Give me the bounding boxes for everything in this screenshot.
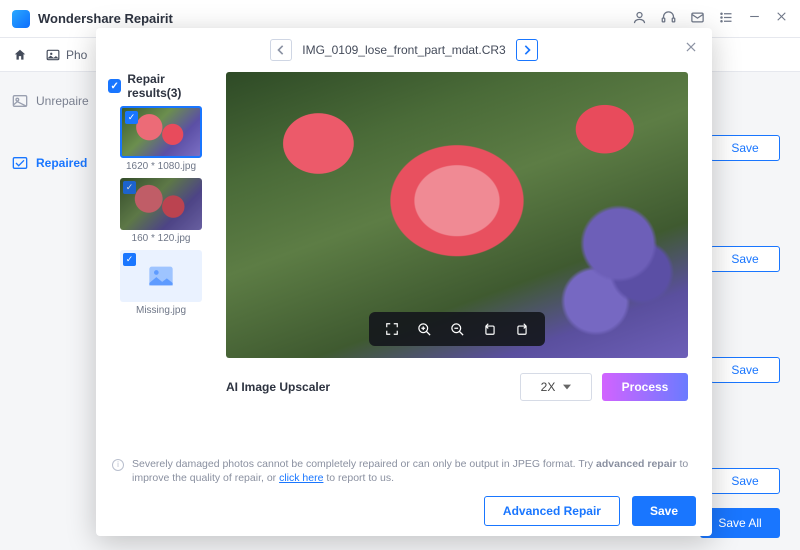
info-icon: i <box>112 459 124 471</box>
window-close-icon[interactable] <box>775 10 788 28</box>
save-button[interactable]: Save <box>632 496 696 526</box>
next-file-button[interactable] <box>516 39 538 61</box>
upscaler-row: AI Image Upscaler 2X Process <box>226 364 688 410</box>
thumbnail-item[interactable]: ✓ 1620 * 1080.jpg <box>118 106 204 172</box>
app-logo <box>12 10 30 28</box>
repair-results-modal: IMG_0109_lose_front_part_mdat.CR3 ✓ Repa… <box>96 28 712 536</box>
upscale-value: 2X <box>541 380 556 394</box>
repair-results-label: Repair results(3) <box>127 72 218 100</box>
rotate-left-icon[interactable] <box>483 322 497 336</box>
preview-image <box>226 72 688 358</box>
upscale-factor-select[interactable]: 2X <box>520 373 592 401</box>
image-toolbar <box>369 312 545 346</box>
thumb-checkbox[interactable]: ✓ <box>123 253 136 266</box>
thumbnail-item[interactable]: ✓ 160 * 120.jpg <box>118 178 204 244</box>
menu-list-icon[interactable] <box>719 10 734 28</box>
thumbnail-item[interactable]: ✓ Missing.jpg <box>118 250 204 316</box>
sidebar: Unrepaire Repaired <box>0 72 110 214</box>
sidebar-repaired-label: Repaired <box>36 156 87 170</box>
thumb-label: 160 * 120.jpg <box>132 233 191 244</box>
chevron-down-icon <box>563 384 571 390</box>
tab-photo-label: Pho <box>66 48 87 62</box>
support-icon[interactable] <box>661 10 676 28</box>
current-filename: IMG_0109_lose_front_part_mdat.CR3 <box>302 43 505 57</box>
bg-save-button[interactable]: Save <box>710 468 780 494</box>
rotate-right-icon[interactable] <box>515 322 529 336</box>
prev-file-button[interactable] <box>270 39 292 61</box>
thumb-checkbox[interactable]: ✓ <box>123 181 136 194</box>
modal-header: IMG_0109_lose_front_part_mdat.CR3 <box>96 28 712 72</box>
user-icon[interactable] <box>632 10 647 28</box>
tab-home[interactable] <box>12 48 28 62</box>
tab-photo[interactable]: Pho <box>46 48 87 62</box>
close-icon[interactable] <box>684 40 698 59</box>
select-all-checkbox[interactable]: ✓ <box>108 79 121 93</box>
process-button[interactable]: Process <box>602 373 688 401</box>
bg-save-column: Save Save Save Save <box>710 135 780 494</box>
bg-save-button[interactable]: Save <box>710 135 780 161</box>
mail-icon[interactable] <box>690 10 705 28</box>
report-link[interactable]: click here <box>279 472 323 484</box>
bg-save-button[interactable]: Save <box>710 357 780 383</box>
thumb-label: Missing.jpg <box>136 305 186 316</box>
thumb-label: 1620 * 1080.jpg <box>126 161 196 172</box>
advanced-repair-button[interactable]: Advanced Repair <box>484 496 620 526</box>
zoom-in-icon[interactable] <box>417 322 432 337</box>
upscaler-label: AI Image Upscaler <box>226 380 510 394</box>
bg-save-button[interactable]: Save <box>710 246 780 272</box>
modal-footer: Advanced Repair Save <box>96 486 712 536</box>
minimize-icon[interactable] <box>748 10 761 28</box>
missing-image-icon <box>147 264 175 288</box>
sidebar-unrepaired-label: Unrepaire <box>36 94 89 108</box>
thumb-checkbox[interactable]: ✓ <box>125 111 138 124</box>
note-row: i Severely damaged photos cannot be comp… <box>96 457 712 486</box>
save-all-button[interactable]: Save All <box>700 508 780 538</box>
fullscreen-icon[interactable] <box>385 322 399 336</box>
app-title: Wondershare Repairit <box>38 11 632 26</box>
zoom-out-icon[interactable] <box>450 322 465 337</box>
repair-results-header[interactable]: ✓ Repair results(3) <box>108 72 218 100</box>
note-text: Severely damaged photos cannot be comple… <box>132 457 696 486</box>
